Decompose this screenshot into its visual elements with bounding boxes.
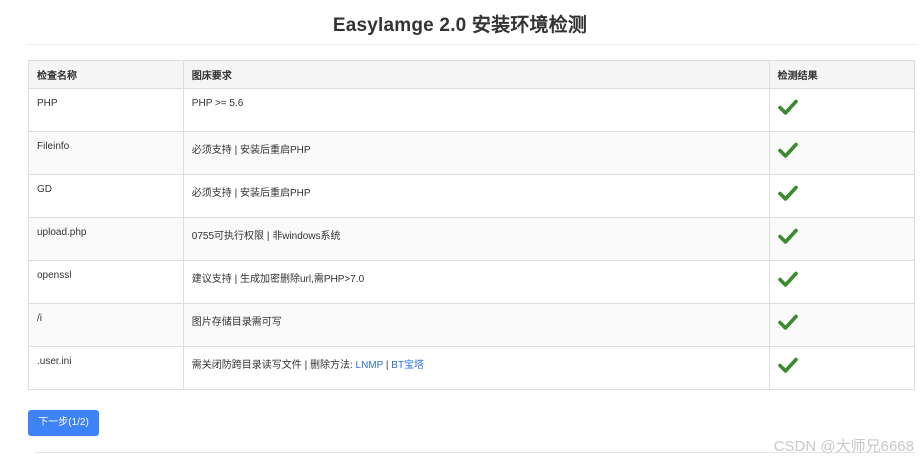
table-row: Fileinfo 必须支持 | 安装后重启PHP — [28, 131, 916, 175]
title-divider — [28, 44, 916, 45]
next-step-button[interactable]: 下一步(1/2) — [28, 410, 99, 436]
row-name: PHP — [28, 88, 184, 132]
row-requirement: 图片存储目录需可写 — [182, 303, 770, 347]
bt-panel-link[interactable]: BT宝塔 — [391, 360, 424, 371]
row-name: .user.ini — [28, 346, 184, 390]
row-name: /i — [28, 303, 184, 347]
row-requirement: 建议支持 | 生成加密删除url,需PHP>7.0 — [182, 260, 770, 304]
check-icon — [777, 185, 798, 201]
check-icon — [777, 357, 798, 373]
page-title: Easylamge 2.0 安装环境检测 — [332, 15, 588, 36]
row-name: GD — [28, 174, 184, 218]
table-row: GD 必须支持 | 安装后重启PHP — [28, 174, 916, 218]
row-result — [768, 174, 916, 218]
row-requirement: 必须支持 | 安装后重启PHP — [182, 174, 770, 218]
header-check-name: 检查名称 — [28, 60, 184, 89]
check-icon — [777, 99, 798, 115]
environment-check-table: 检查名称 图床要求 检测结果 PHP PHP >= 5.6 Fileinfo 必… — [28, 60, 916, 390]
lnmp-link[interactable]: LNMP — [356, 360, 384, 371]
table-row: upload.php 0755可执行权限 | 非windows系统 — [28, 217, 916, 261]
row-requirement: 0755可执行权限 | 非windows系统 — [182, 217, 770, 261]
row-requirement: PHP >= 5.6 — [182, 88, 770, 132]
requirement-text: 需关闭防跨目录读写文件 | 删除方法: — [191, 360, 356, 371]
check-icon — [777, 314, 798, 330]
row-name: upload.php — [28, 217, 184, 261]
table-header-row: 检查名称 图床要求 检测结果 — [28, 60, 916, 89]
row-result — [768, 88, 916, 132]
check-icon — [777, 142, 798, 158]
row-name: Fileinfo — [28, 131, 184, 175]
row-name: openssl — [28, 260, 184, 304]
table-row: /i 图片存储目录需可写 — [28, 303, 916, 347]
row-result — [768, 260, 916, 304]
row-requirement: 需关闭防跨目录读写文件 | 删除方法: LNMP | BT宝塔 — [182, 346, 770, 390]
watermark: CSDN @大师兄6668 — [773, 438, 914, 455]
table-row: openssl 建议支持 | 生成加密删除url,需PHP>7.0 — [28, 260, 916, 304]
header-result: 检测结果 — [768, 60, 916, 89]
row-result — [768, 217, 916, 261]
check-icon — [777, 228, 798, 244]
header-requirement: 图床要求 — [182, 60, 770, 89]
table-row: PHP PHP >= 5.6 — [28, 88, 916, 132]
row-requirement: 必须支持 | 安装后重启PHP — [182, 131, 770, 175]
table-row: .user.ini 需关闭防跨目录读写文件 | 删除方法: LNMP | BT宝… — [28, 346, 916, 390]
check-icon — [777, 271, 798, 287]
row-result — [768, 131, 916, 175]
row-result — [768, 303, 916, 347]
row-result — [768, 346, 916, 390]
